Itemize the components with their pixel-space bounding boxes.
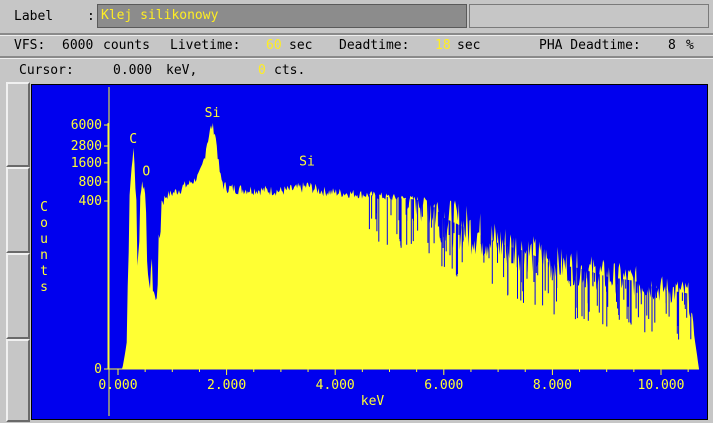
side-button-1[interactable] xyxy=(6,82,30,167)
livetime-unit: sec xyxy=(289,38,313,53)
label-value: Klej silikonowy xyxy=(101,8,219,23)
spectrum-area xyxy=(118,123,699,369)
cursor-counts: 0 xyxy=(258,63,266,78)
x-tick-label: 6.000 xyxy=(424,378,463,393)
pha-value: 8 xyxy=(668,38,676,53)
deadtime-value: 18 xyxy=(435,38,451,53)
x-axis-label: keV xyxy=(361,394,385,409)
y-axis-label: Counts xyxy=(40,200,48,295)
side-button-3[interactable] xyxy=(6,253,30,339)
separator-mid xyxy=(0,56,713,59)
side-toolbar xyxy=(6,82,30,422)
cursor-energy-unit: keV, xyxy=(166,63,198,78)
cursor-caption: Cursor: xyxy=(19,63,74,78)
x-tick-label: 2.000 xyxy=(207,378,246,393)
peak-label: O xyxy=(142,165,150,180)
cursor-counts-unit: cts. xyxy=(274,63,306,78)
pha-caption: PHA Deadtime: xyxy=(539,38,641,53)
deadtime-unit: sec xyxy=(457,38,481,53)
deadtime-caption: Deadtime: xyxy=(339,38,410,53)
separator-top xyxy=(0,33,713,36)
vfs-value: 6000 xyxy=(62,38,94,53)
peak-label: C xyxy=(129,132,137,147)
x-tick-label: 4.000 xyxy=(316,378,355,393)
label-caption: Label xyxy=(14,9,54,24)
y-tick-label: 400 xyxy=(79,194,102,209)
x-tick-label: 8.000 xyxy=(533,378,572,393)
peak-label: Si xyxy=(299,154,315,169)
label-side-panel xyxy=(469,4,709,28)
peak-label: Si xyxy=(205,106,221,121)
y-tick-label: 2800 xyxy=(71,139,102,154)
vfs-unit: counts xyxy=(103,38,150,53)
x-tick-label: 0.000 xyxy=(98,378,137,393)
livetime-value: 60 xyxy=(266,38,282,53)
cursor-energy: 0.000 xyxy=(113,63,153,78)
label-input[interactable]: Klej silikonowy xyxy=(97,4,467,28)
spectrum-plot[interactable]: 6000 2800 1600 800 400 0 Co u n t s 0.000 2.000 4.00… xyxy=(31,84,708,420)
livetime-caption: Livetime: xyxy=(170,38,241,53)
y-tick-label: 6000 xyxy=(71,118,102,133)
y-tick-label: 800 xyxy=(79,175,102,190)
vfs-caption: VFS: xyxy=(14,38,46,53)
y-tick-label: 0 xyxy=(94,362,102,377)
x-tick-label: 10.000 xyxy=(638,378,685,393)
label-colon: : xyxy=(87,9,95,24)
side-button-4[interactable] xyxy=(6,339,30,422)
y-tick-label: 1600 xyxy=(71,156,102,171)
spectrum-chart[interactable]: 6000 2800 1600 800 400 0 C o u n t s 0.000 2.000 4.00… xyxy=(32,85,707,419)
pha-unit: % xyxy=(686,38,694,53)
side-button-2[interactable] xyxy=(6,167,30,253)
